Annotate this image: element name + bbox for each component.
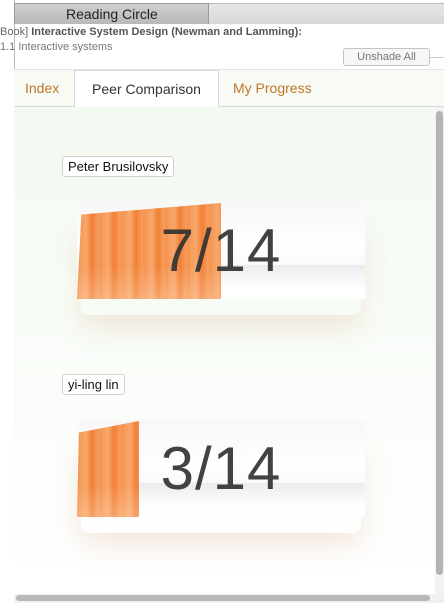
tab-peer-comparison[interactable]: Peer Comparison (74, 70, 219, 108)
tab-bar: Index Peer Comparison My Progress (14, 69, 444, 108)
section-title: 1.1 Interactive systems (0, 41, 113, 53)
progress-count: 3/14 (160, 435, 282, 502)
book-info: Book] Interactive System Design (Newman … (0, 26, 302, 38)
divider (430, 57, 444, 58)
tab-my-progress[interactable]: My Progress (233, 70, 312, 108)
book-title: Interactive System Design (Newman and La… (31, 26, 302, 38)
vertical-scrollbar[interactable] (435, 107, 444, 596)
vertical-scroll-thumb[interactable] (436, 111, 443, 575)
peer-progress-bar: 7/14 (77, 203, 365, 315)
horizontal-scroll-thumb[interactable] (16, 595, 430, 601)
title-bar (209, 3, 444, 24)
window-title: Reading Circle (66, 6, 158, 22)
progress-count: 7/14 (160, 217, 282, 284)
peer-progress-bar: 3/14 (77, 421, 365, 533)
window-title-tab[interactable]: Reading Circle (14, 3, 209, 24)
horizontal-scrollbar[interactable] (14, 594, 444, 603)
unshade-all-button[interactable]: Unshade All (343, 48, 430, 66)
tab-index[interactable]: Index (25, 70, 59, 108)
peer-name-tag: yi-ling lin (62, 374, 125, 395)
peer-comparison-panel: Peter Brusilovsky 7/14 yi-ling lin 3/14 (14, 107, 436, 596)
breadcrumb-prefix: Book] (0, 26, 32, 38)
peer-name-tag: Peter Brusilovsky (62, 156, 175, 177)
